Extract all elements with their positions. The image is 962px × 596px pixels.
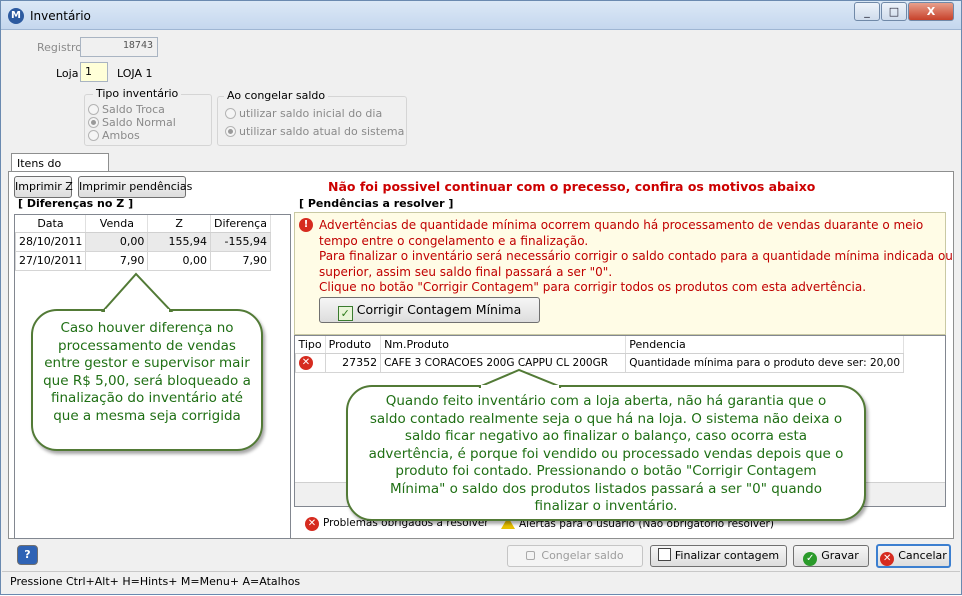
callout-pointer-left [100,272,174,312]
callout-pointers [100,272,562,389]
cancel-x-icon: ✕ [880,552,895,566]
finish-flag-icon [657,548,671,561]
finalizar-contagem-button[interactable]: Finalizar contagem [650,545,787,567]
cancelar-label: Cancelar [898,549,947,562]
check-icon: ✓ [803,552,818,566]
gravar-button[interactable]: ✓ Gravar [793,545,869,567]
cancelar-button[interactable]: ✕ Cancelar [876,544,951,568]
help-button[interactable]: ? [17,545,38,565]
status-bar: Pressione Ctrl+Alt+ H=Hints+ M=Menu+ A=A… [2,571,960,594]
congelar-saldo-button[interactable]: Congelar saldo [507,545,643,567]
gravar-label: Gravar [821,549,859,562]
finalizar-label: Finalizar contagem [674,549,780,562]
congelar-label: Congelar saldo [541,549,624,562]
callout-pointer-right [478,368,562,388]
main-window: M Inventário _ □ X Registro 18743 Loja 1… [0,0,962,595]
lock-icon [526,551,536,560]
